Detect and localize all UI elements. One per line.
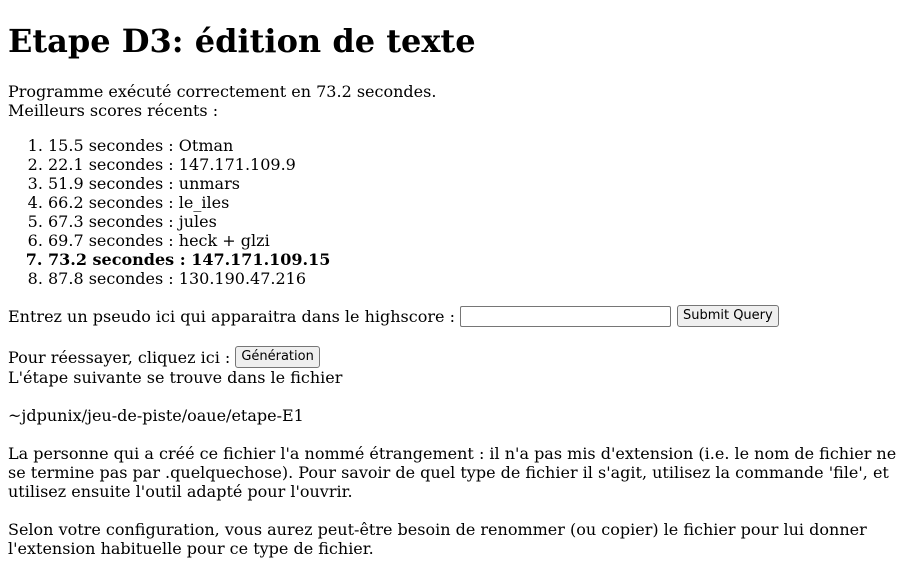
best-scores-label: Meilleurs scores récents :: [8, 101, 219, 120]
highscore-list: 15.5 secondes : Otman 22.1 secondes : 14…: [8, 136, 915, 288]
highscore-item: 67.3 secondes : jules: [48, 212, 915, 231]
file-path: ~jdpunix/jeu-de-piste/oaue/etape-E1: [8, 406, 304, 425]
instructions-paragraph-1: La personne qui a créé ce fichier l'a no…: [8, 444, 897, 501]
highscore-item: 69.7 secondes : heck + glzi: [48, 231, 915, 250]
instructions: L'étape suivante se trouve dans le fichi…: [8, 368, 915, 558]
highscore-item-current: 73.2 secondes : 147.171.109.15: [48, 250, 915, 269]
highscore-item: 22.1 secondes : 147.171.109.9: [48, 155, 915, 174]
retry-label: Pour réessayer, cliquez ici :: [8, 347, 231, 367]
next-step-text: L'étape suivante se trouve dans le fichi…: [8, 368, 343, 387]
submit-query-button[interactable]: Submit Query: [676, 305, 779, 327]
pseudo-input[interactable]: [459, 305, 671, 327]
instructions-paragraph-2: Selon votre configuration, vous aurez pe…: [8, 520, 867, 558]
pseudo-form: Entrez un pseudo ici qui apparaitra dans…: [8, 304, 915, 328]
pseudo-label: Entrez un pseudo ici qui apparaitra dans…: [8, 306, 455, 326]
result-block: Programme exécuté correctement en 73.2 s…: [8, 82, 915, 120]
highscore-item: 87.8 secondes : 130.190.47.216: [48, 269, 915, 288]
generation-button[interactable]: Génération: [235, 346, 320, 368]
execution-result: Programme exécuté correctement en 73.2 s…: [8, 82, 437, 101]
page-title: Etape D3: édition de texte: [8, 22, 476, 60]
retry-row: Pour réessayer, cliquez ici : Génération: [8, 346, 915, 368]
highscore-item: 51.9 secondes : unmars: [48, 174, 915, 193]
highscore-item: 15.5 secondes : Otman: [48, 136, 915, 155]
page: Etape D3: édition de texte Programme exé…: [0, 22, 923, 558]
highscore-item: 66.2 secondes : le_iles: [48, 193, 915, 212]
